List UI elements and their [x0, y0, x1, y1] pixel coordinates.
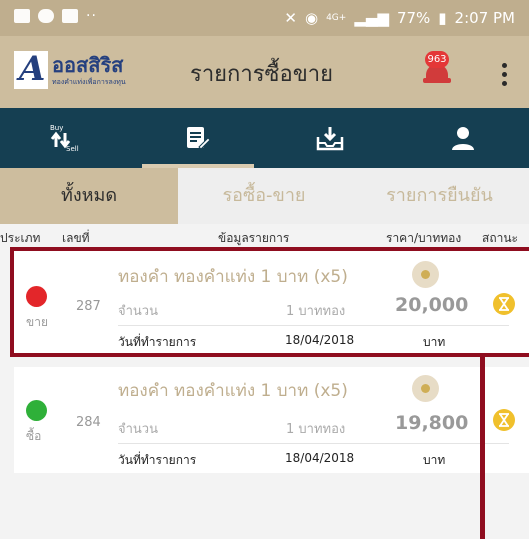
column-header: ประเภท เลขที่ ข้อมูลรายการ ราคา/บาททอง ส…: [0, 224, 529, 248]
chat-icon: [38, 9, 54, 23]
nav-tab-orders[interactable]: [132, 108, 264, 168]
orders-list-icon: [187, 127, 211, 150]
nav-tab-buy-sell[interactable]: Buy Sell: [0, 108, 132, 168]
col-number: เลขที่: [62, 231, 90, 245]
buy-sell-icon: Buy Sell: [50, 124, 79, 153]
date-label: วันที่ทำรายการ: [118, 453, 197, 467]
price-unit: บาท: [423, 453, 446, 467]
transaction-card[interactable]: ซื้อ 284 ทองคำ ทองคำแท่ง 1 บาท (x5) จำนว…: [14, 367, 529, 473]
battery-percent: 77%: [396, 9, 431, 27]
inbox-download-icon: [316, 127, 344, 151]
bell-icon-base: [423, 78, 451, 83]
filter-tab-all[interactable]: ทั้งหมด: [0, 168, 178, 224]
filter-tab-confirmed[interactable]: รายการยืนยัน: [350, 168, 529, 224]
nav-tab-profile[interactable]: [396, 108, 529, 168]
clock: 2:07 PM: [454, 9, 515, 27]
main-nav: Buy Sell: [0, 108, 529, 168]
transaction-side: ซื้อ: [26, 429, 42, 443]
logo-mark: A: [14, 49, 48, 89]
col-type: ประเภท: [0, 231, 41, 245]
card-divider: [118, 443, 509, 444]
filter-tab-pending[interactable]: รอซื้อ-ขาย: [178, 168, 350, 224]
svg-text:Sell: Sell: [66, 145, 79, 153]
quantity-label: จำนวน: [118, 422, 158, 437]
col-price: ราคา/บาททอง: [386, 231, 462, 245]
highlight-box: [10, 247, 529, 357]
price-value: 19,800: [395, 412, 469, 434]
status-bar: ·· ✕ ◉ 4G+ ▂▄▆ 77% ▮ 2:07 PM: [0, 0, 529, 36]
more-menu-button[interactable]: [494, 62, 514, 86]
col-details: ข้อมูลรายการ: [218, 231, 290, 245]
transaction-number: 284: [76, 415, 101, 430]
col-status: สถานะ: [482, 231, 518, 245]
more-notifications-indicator: ··: [86, 8, 97, 24]
nav-tab-inbox[interactable]: [264, 108, 396, 168]
hourglass-icon: [493, 409, 515, 431]
signal-icon: ▂▄▆: [354, 9, 389, 27]
transaction-date: 18/04/2018: [285, 451, 355, 465]
user-icon: [451, 127, 474, 150]
gmail-icon: [62, 9, 78, 23]
annotation-line: [480, 357, 485, 539]
notification-badge: 963: [425, 51, 449, 68]
gold-coin-icon: [412, 375, 439, 402]
status-system: ✕ ◉ 4G+ ▂▄▆ 77% ▮ 2:07 PM: [284, 9, 515, 27]
battery-icon: ▮: [438, 9, 447, 27]
svg-text:Buy: Buy: [50, 124, 63, 132]
side-indicator-dot: [26, 400, 47, 421]
page-title: รายการซื้อขาย: [190, 62, 333, 87]
mute-icon: ✕: [284, 9, 297, 27]
network-type: 4G+: [326, 13, 347, 23]
quantity-value: 1 บาททอง: [286, 422, 346, 437]
brand-logo[interactable]: A ออสสิริส ทองคำแท่งเพื่อการลงทุน: [14, 49, 168, 95]
product-name: ทองคำ ทองคำแท่ง 1 บาท (x5): [118, 381, 348, 401]
app-header: A ออสสิริส ทองคำแท่งเพื่อการลงทุน รายการ…: [0, 36, 529, 108]
alarm-icon: ◉: [304, 9, 319, 27]
filter-tabs: ทั้งหมด รอซื้อ-ขาย รายการยืนยัน: [0, 168, 529, 224]
logo-tagline: ทองคำแท่งเพื่อการลงทุน: [52, 78, 126, 86]
gallery-icon: [14, 9, 30, 23]
status-notifications: ··: [14, 9, 97, 23]
notification-button[interactable]: 963: [422, 51, 452, 88]
